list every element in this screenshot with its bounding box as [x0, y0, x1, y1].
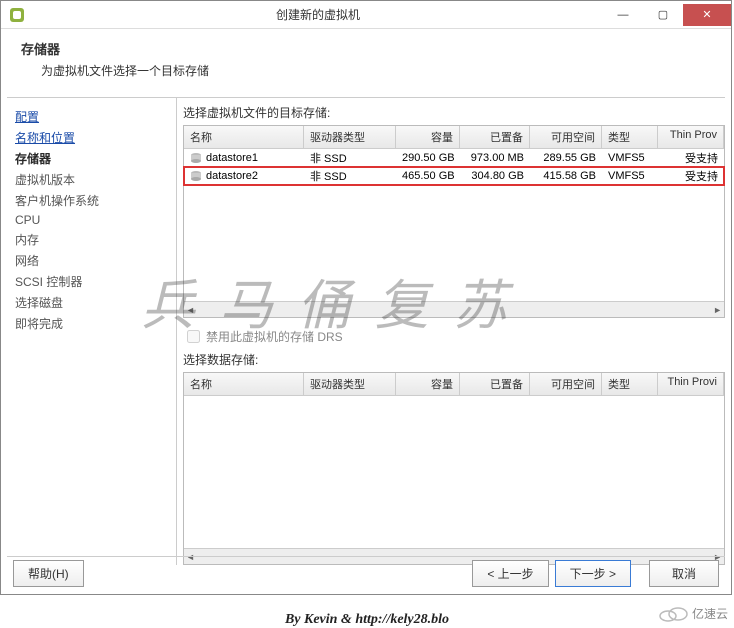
corner-label: 亿速云 [692, 605, 728, 622]
ds-free: 289.55 GB [530, 151, 602, 165]
step-name-location[interactable]: 名称和位置 [15, 127, 168, 148]
table-header: 名称 驱动器类型 容量 已置备 可用空间 类型 Thin Provi [184, 373, 724, 396]
page-title: 存储器 [21, 39, 711, 58]
page-subtitle: 为虚拟机文件选择一个目标存储 [21, 62, 711, 79]
storage-prompt: 选择虚拟机文件的目标存储: [183, 104, 725, 121]
wizard-steps-sidebar: 配置 名称和位置 存储器 虚拟机版本 客户机操作系统 CPU 内存 网络 SCS… [7, 98, 177, 565]
col-free[interactable]: 可用空间 [530, 373, 602, 395]
step-memory: 内存 [15, 229, 168, 250]
col-name[interactable]: 名称 [184, 373, 304, 395]
close-button[interactable]: ✕ [683, 4, 731, 26]
back-button[interactable]: < 上一步 [472, 560, 548, 587]
cloud-icon [658, 604, 688, 622]
col-type[interactable]: 类型 [602, 373, 658, 395]
ds-drive: 非 SSD [304, 149, 396, 167]
h-scrollbar[interactable]: ◄► [184, 301, 724, 317]
ds-thin: 受支持 [658, 149, 724, 167]
cancel-button[interactable]: 取消 [649, 560, 719, 587]
col-provisioned[interactable]: 已置备 [460, 126, 530, 148]
ds-free: 415.58 GB [530, 169, 602, 183]
col-capacity[interactable]: 容量 [396, 373, 460, 395]
step-storage: 存储器 [15, 148, 168, 169]
help-button[interactable]: 帮助(H) [13, 560, 84, 587]
window-title: 创建新的虚拟机 [33, 6, 603, 23]
col-type[interactable]: 类型 [602, 126, 658, 148]
step-network: 网络 [15, 250, 168, 271]
select-datastore-label: 选择数据存储: [183, 351, 725, 368]
col-thin[interactable]: Thin Provi [658, 373, 724, 395]
step-ready: 即将完成 [15, 313, 168, 334]
ds-drive: 非 SSD [304, 167, 396, 185]
disable-drs-checkbox [187, 330, 200, 343]
ds-type: VMFS5 [602, 169, 658, 183]
disable-drs-row: 禁用此虚拟机的存储 DRS [187, 328, 725, 345]
datastore-table-secondary: 名称 驱动器类型 容量 已置备 可用空间 类型 Thin Provi ◄► [183, 372, 725, 565]
ds-cap: 465.50 GB [396, 169, 460, 183]
ds-name: datastore1 [206, 152, 258, 164]
col-provisioned[interactable]: 已置备 [460, 373, 530, 395]
table-row[interactable]: datastore1 非 SSD 290.50 GB 973.00 MB 289… [184, 149, 724, 167]
ds-thin: 受支持 [658, 167, 724, 185]
dialog-window: 创建新的虚拟机 — ▢ ✕ 存储器 为虚拟机文件选择一个目标存储 配置 名称和位… [0, 0, 732, 595]
table-row-selected[interactable]: datastore2 非 SSD 465.50 GB 304.80 GB 415… [184, 167, 724, 185]
col-free[interactable]: 可用空间 [530, 126, 602, 148]
wizard-header: 存储器 为虚拟机文件选择一个目标存储 [1, 29, 731, 97]
step-scsi: SCSI 控制器 [15, 271, 168, 292]
corner-logo: 亿速云 [658, 604, 728, 622]
next-button[interactable]: 下一步 > [555, 560, 631, 587]
ds-prov: 304.80 GB [460, 169, 530, 183]
datastore-table: 名称 驱动器类型 容量 已置备 可用空间 类型 Thin Prov datast… [183, 125, 725, 318]
disable-drs-label: 禁用此虚拟机的存储 DRS [206, 328, 343, 345]
col-capacity[interactable]: 容量 [396, 126, 460, 148]
scroll-left-icon[interactable]: ◄ [186, 305, 195, 315]
wizard-footer: 帮助(H) < 上一步 下一步 > 取消 [7, 556, 725, 590]
step-cpu: CPU [15, 211, 168, 229]
ds-type: VMFS5 [602, 151, 658, 165]
step-config[interactable]: 配置 [15, 106, 168, 127]
datastore-icon [190, 152, 202, 164]
step-vm-version: 虚拟机版本 [15, 169, 168, 190]
ds-cap: 290.50 GB [396, 151, 460, 165]
scroll-right-icon[interactable]: ► [713, 305, 722, 315]
step-select-disk: 选择磁盘 [15, 292, 168, 313]
step-guest-os: 客户机操作系统 [15, 190, 168, 211]
datastore-icon [190, 170, 202, 182]
titlebar: 创建新的虚拟机 — ▢ ✕ [1, 1, 731, 29]
minimize-button[interactable]: — [603, 4, 643, 26]
col-drive[interactable]: 驱动器类型 [304, 126, 396, 148]
table-header: 名称 驱动器类型 容量 已置备 可用空间 类型 Thin Prov [184, 126, 724, 149]
maximize-button[interactable]: ▢ [643, 4, 683, 26]
vsphere-icon [9, 7, 25, 23]
ds-name: datastore2 [206, 170, 258, 182]
col-thin[interactable]: Thin Prov [658, 126, 724, 148]
col-name[interactable]: 名称 [184, 126, 304, 148]
main-panel: 选择虚拟机文件的目标存储: 名称 驱动器类型 容量 已置备 可用空间 类型 Th… [177, 98, 725, 565]
ds-prov: 973.00 MB [460, 151, 530, 165]
col-drive[interactable]: 驱动器类型 [304, 373, 396, 395]
